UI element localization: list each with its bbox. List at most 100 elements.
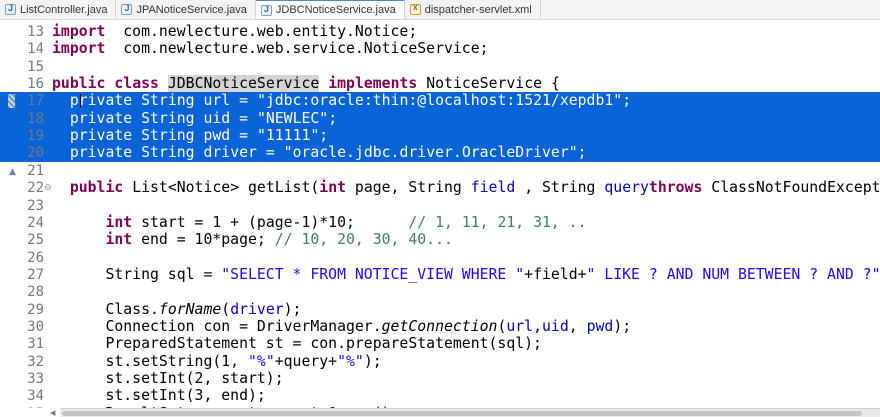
line-number: 29 <box>27 301 44 318</box>
editor-tab[interactable]: JPANoticeService.java <box>116 0 256 19</box>
editor-tab[interactable]: ListController.java <box>0 0 117 19</box>
java-file-icon <box>121 3 133 15</box>
code-token: = <box>230 127 257 145</box>
code-line[interactable]: 33 st.setInt(2, start); <box>0 370 880 388</box>
editor-tab[interactable]: JDBCNoticeService.java <box>255 0 405 19</box>
code-token: ( <box>221 300 231 318</box>
code-token: String sql = <box>52 265 222 283</box>
code-line-selected[interactable]: 17 private String url = "jdbc:oracle:thi… <box>0 92 880 111</box>
code-token: ); <box>363 352 382 370</box>
code-text: String sql = "SELECT * FROM NOTICE_VIEW … <box>52 266 880 284</box>
code-line-selected[interactable]: 19 private String pwd = "11111"; <box>0 127 880 146</box>
code-line[interactable]: 16 public class JDBCNoticeService impleme… <box>0 75 880 93</box>
code-token: , <box>568 317 587 335</box>
line-number: 25 <box>27 232 44 249</box>
code-line[interactable]: 30 Connection con = DriverManager.getCon… <box>0 318 880 336</box>
line-number: 21 <box>27 162 44 179</box>
editor-tab-bar: ListController.java JPANoticeService.java… <box>0 0 880 20</box>
editor-tab-label: dispatcher-servlet.xml <box>424 3 532 16</box>
line-number: 30 <box>27 318 44 335</box>
code-token: List<Notice> getList( <box>123 179 320 197</box>
code-token: st.setInt(2, start); <box>52 370 284 387</box>
code-token: import <box>52 40 106 58</box>
line-number: 20 <box>27 145 44 162</box>
code-token: ; <box>319 127 329 145</box>
code-token: ; <box>622 92 632 110</box>
fold-toggle-icon[interactable]: ⊖ <box>44 179 52 197</box>
code-token: uid <box>542 317 569 335</box>
horizontal-scrollbar[interactable] <box>60 408 880 417</box>
code-token: Connection con = DriverManager. <box>52 317 382 335</box>
code-token: com.newlecture.web.entity.Notice; <box>105 23 418 40</box>
code-text: int end = 10*page; // 10, 20, 30, 40... <box>52 231 453 249</box>
code-text: private String url = "jdbc:oracle:thin:@… <box>52 92 631 110</box>
code-editor[interactable]: 13 import com.newlecture.web.entity.Notic… <box>0 20 880 408</box>
code-token: pwd <box>586 317 614 335</box>
line-number: 22 <box>27 180 44 197</box>
code-token: Class. <box>52 300 159 318</box>
line-number: 14 <box>27 41 44 58</box>
line-number: 26 <box>27 249 44 266</box>
code-line[interactable]: 27 String sql = "SELECT * FROM NOTICE_VI… <box>0 266 880 284</box>
code-line[interactable]: ▲ 21 <box>0 162 880 180</box>
code-text: Class.forName(driver); <box>52 301 301 319</box>
code-token: int <box>105 231 133 249</box>
code-token: uid <box>203 109 231 127</box>
code-line[interactable]: 23 <box>0 197 880 215</box>
code-token: pwd <box>203 127 231 145</box>
code-token: ClassNotFoundExcept <box>702 179 880 197</box>
code-token: "SELECT * FROM NOTICE_VIEW WHERE " <box>221 265 525 283</box>
code-token: String <box>132 109 204 127</box>
code-line[interactable]: 15 <box>0 58 880 76</box>
editor-tab[interactable]: dispatcher-servlet.xml <box>405 0 541 19</box>
code-token: int <box>319 179 347 197</box>
code-line[interactable]: 25 int end = 10*page; // 10, 20, 30, 40.… <box>0 231 880 249</box>
code-token: = <box>230 109 257 127</box>
code-token: "oracle.jdbc.driver.OracleDriver" <box>283 144 578 162</box>
code-token: "%" <box>337 352 364 370</box>
code-line-selected[interactable]: 18 private String uid = "NEWLEC"; <box>0 109 880 128</box>
line-number: 18 <box>27 110 44 127</box>
code-token: start = 1 + (page-1)*10; <box>132 213 409 231</box>
code-line[interactable]: 14 import com.newlecture.web.service.Noti… <box>0 40 880 58</box>
code-line-selected[interactable]: 20 private String driver = "oracle.jdbc.… <box>0 144 880 163</box>
code-line[interactable]: 32 st.setString(1, "%"+query+"%"); <box>0 353 880 371</box>
code-line[interactable]: 26 <box>0 249 880 267</box>
code-token: private <box>69 109 133 127</box>
code-line[interactable]: 24 int start = 1 + (page-1)*10; // 1, 11… <box>0 214 880 232</box>
code-token: ); <box>283 300 302 318</box>
code-token: ); <box>613 317 632 335</box>
code-line[interactable]: 31 PreparedStatement st = con.prepareSta… <box>0 335 880 353</box>
code-text: private String uid = "NEWLEC"; <box>52 110 337 128</box>
line-number: 23 <box>27 197 44 214</box>
code-token: field <box>470 179 516 197</box>
scroll-left-arrow-icon[interactable]: ◀ <box>50 409 55 417</box>
xml-file-icon <box>409 2 421 15</box>
code-line[interactable]: 29 Class.forName(driver); <box>0 301 880 319</box>
line-number: 34 <box>27 388 44 405</box>
line-number: 24 <box>27 214 44 231</box>
code-token: "jdbc:oracle:thin:@localhost:1521/xepdb1… <box>256 92 623 110</box>
code-line[interactable]: 13 import com.newlecture.web.entity.Notic… <box>0 23 880 41</box>
code-token: implements <box>328 75 418 93</box>
code-text: public List<Notice> getList(int page, St… <box>52 179 880 197</box>
code-line[interactable]: 28 <box>0 283 880 301</box>
code-token: // 10, 20, 30, 40... <box>274 231 453 249</box>
code-token: = <box>256 144 284 162</box>
text-cursor-icon <box>80 92 82 110</box>
code-token: "NEWLEC" <box>256 109 329 127</box>
code-token: NoticeService { <box>417 75 560 93</box>
scrollbar-thumb[interactable] <box>62 411 862 416</box>
line-number: 28 <box>27 284 44 301</box>
code-token: "11111" <box>256 127 320 145</box>
java-file-icon <box>260 4 272 16</box>
code-text: import com.newlecture.web.service.Notice… <box>52 40 489 58</box>
code-text: st.setInt(2, start); <box>52 370 284 388</box>
code-text: PreparedStatement st = con.prepareStatem… <box>52 335 542 353</box>
code-token: ; <box>328 109 338 127</box>
code-line[interactable]: 22 ⊖ public List<Notice> getList(int page… <box>0 179 880 197</box>
code-line[interactable]: 34 st.setInt(3, end); <box>0 387 880 405</box>
